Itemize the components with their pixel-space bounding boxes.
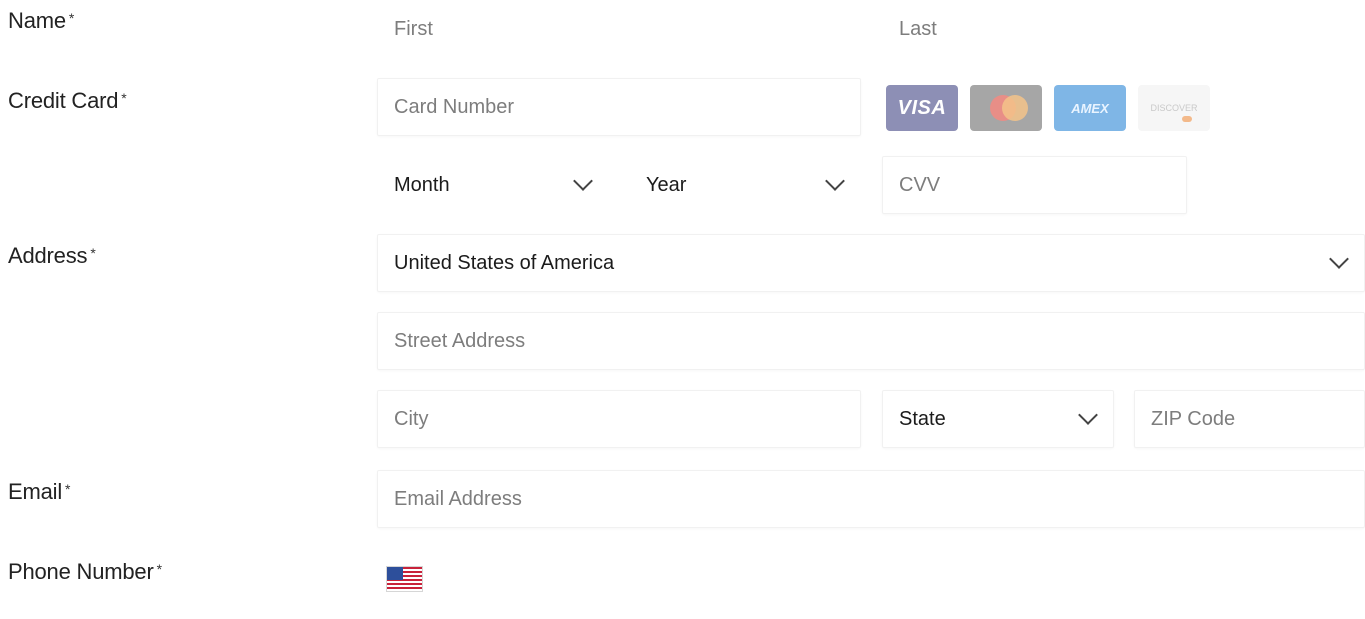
city-input[interactable]: City	[377, 390, 861, 448]
chevron-down-icon	[1329, 249, 1349, 269]
year-select[interactable]: Year	[629, 156, 861, 214]
chevron-down-icon	[573, 171, 593, 191]
name-label: Name *	[8, 8, 75, 33]
phone-number-label: Phone Number *	[8, 559, 162, 584]
required-marker: *	[121, 90, 127, 106]
zip-code-input[interactable]: ZIP Code	[1134, 390, 1365, 448]
chevron-down-icon	[825, 171, 845, 191]
amex-card-icon: AMEX	[1054, 85, 1126, 131]
accepted-cards: VISA AMEX DISCOVER	[886, 85, 1210, 131]
phone-number-input[interactable]	[377, 550, 1365, 608]
street-address-input[interactable]: Street Address	[377, 312, 1365, 370]
first-name-input[interactable]: First	[377, 0, 861, 58]
required-marker: *	[65, 481, 71, 497]
required-marker: *	[156, 561, 162, 577]
card-number-input[interactable]: Card Number	[377, 78, 861, 136]
visa-card-icon: VISA	[886, 85, 958, 131]
month-select[interactable]: Month	[377, 156, 609, 214]
chevron-down-icon	[1078, 405, 1098, 425]
required-marker: *	[90, 245, 96, 261]
country-select[interactable]: United States of America	[377, 234, 1365, 292]
cvv-input[interactable]: CVV	[882, 156, 1187, 214]
required-marker: *	[68, 10, 75, 26]
credit-card-label: Credit Card *	[8, 88, 127, 113]
email-label: Email *	[8, 479, 71, 504]
email-input[interactable]: Email Address	[377, 470, 1365, 528]
us-flag-icon[interactable]	[386, 566, 423, 592]
mastercard-card-icon	[970, 85, 1042, 131]
discover-card-icon: DISCOVER	[1138, 85, 1210, 131]
last-name-input[interactable]: Last	[882, 0, 1365, 58]
address-label: Address *	[8, 243, 96, 268]
state-select[interactable]: State	[882, 390, 1114, 448]
